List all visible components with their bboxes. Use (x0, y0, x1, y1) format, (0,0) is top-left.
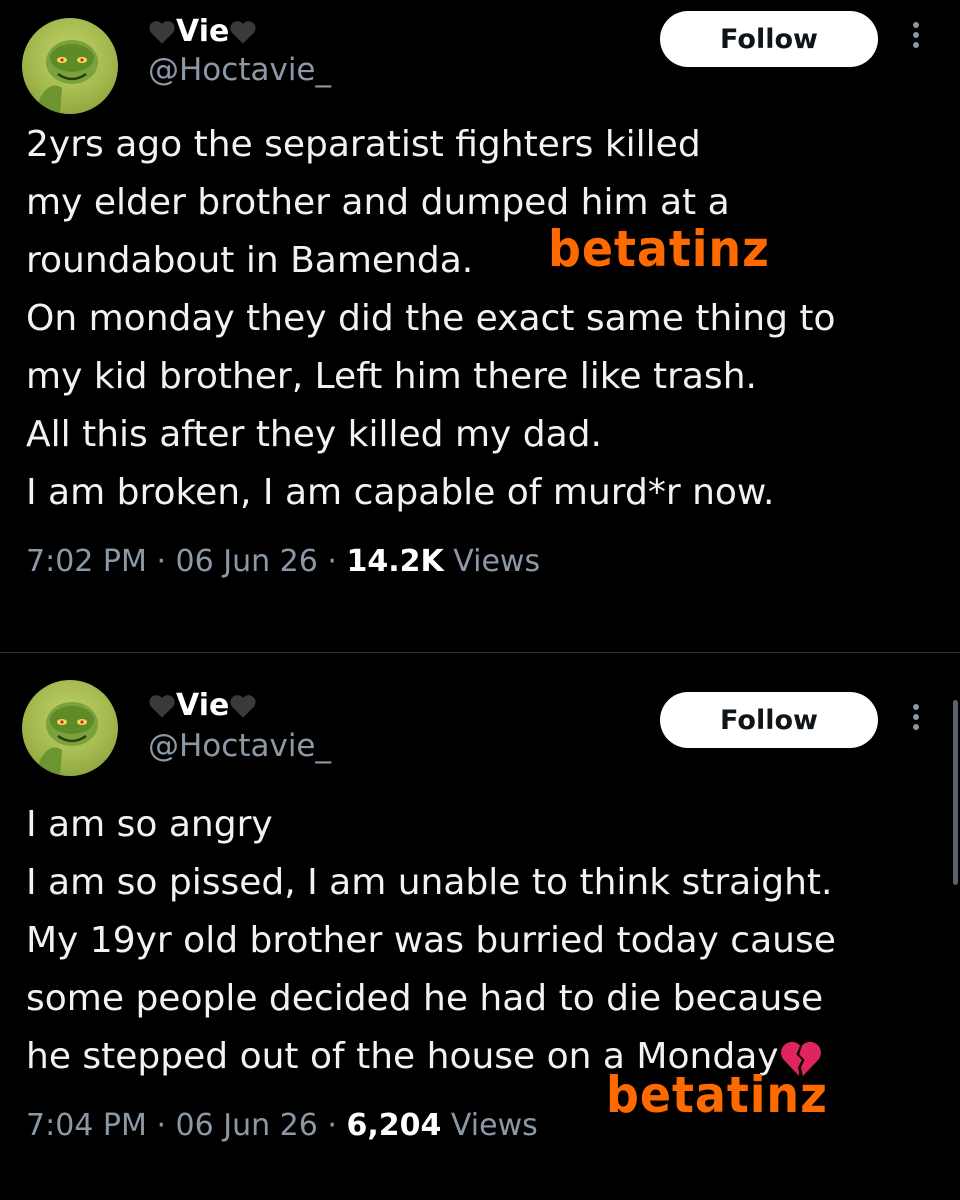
tweet-line: my kid brother, Left him there like tras… (26, 356, 757, 397)
tweet-line: I am so angry (26, 804, 273, 845)
tweet-line: I am broken, I am capable of murd*r now. (26, 472, 775, 513)
views-label: Views (453, 544, 541, 579)
display-name[interactable]: Vie (176, 14, 229, 49)
more-vertical-icon[interactable] (906, 700, 926, 740)
tweet-line: I am so pissed, I am unable to think str… (26, 862, 833, 903)
watermark-logo: betatinz (606, 1066, 828, 1124)
separator-dot: · (327, 1108, 337, 1143)
tweet-line: All this after they killed my dad. (26, 414, 602, 455)
separator-dot: · (327, 544, 337, 579)
tweet-line: my elder brother and dumped him at a (26, 182, 730, 223)
more-vertical-icon[interactable] (906, 18, 926, 58)
views-label: Views (450, 1108, 538, 1143)
tweet-card[interactable]: Vie @Hoctavie_ Follow I am so angry I am… (0, 656, 960, 1200)
grinch-avatar-icon (36, 40, 98, 114)
tweet-divider (0, 652, 960, 653)
black-heart-icon (230, 694, 256, 718)
black-heart-icon (149, 694, 175, 718)
tweet-meta: 7:02 PM · 06 Jun 26 · 14.2K Views (26, 544, 540, 579)
user-handle[interactable]: @Hoctavie_ (148, 52, 331, 88)
black-heart-icon (149, 20, 175, 44)
follow-button[interactable]: Follow (660, 692, 878, 748)
tweet-card[interactable]: Vie @Hoctavie_ Follow 2yrs ago the separ… (0, 0, 960, 650)
views-count: 14.2K (346, 544, 444, 579)
follow-button[interactable]: Follow (660, 11, 878, 67)
tweet-line: On monday they did the exact same thing … (26, 298, 836, 339)
display-name-row[interactable]: Vie (148, 688, 257, 723)
scrollbar[interactable] (953, 700, 958, 885)
grinch-avatar-icon (36, 702, 98, 776)
tweet-line: 2yrs ago the separatist fighters killed (26, 124, 701, 165)
tweet-line: some people decided he had to die becaus… (26, 978, 824, 1019)
avatar[interactable] (22, 680, 118, 776)
display-name-row[interactable]: Vie (148, 14, 257, 49)
watermark-logo: betatinz (548, 220, 770, 278)
black-heart-icon (230, 20, 256, 44)
tweet-date[interactable]: 06 Jun 26 (176, 1108, 318, 1143)
tweet-line: roundabout in Bamenda. (26, 240, 474, 281)
tweet-text: I am so angry I am so pissed, I am unabl… (26, 796, 941, 1086)
views-count: 6,204 (346, 1108, 442, 1143)
display-name[interactable]: Vie (176, 688, 229, 723)
tweet-line: My 19yr old brother was burried today ca… (26, 920, 836, 961)
tweet-time[interactable]: 7:04 PM (26, 1108, 147, 1143)
tweet-meta: 7:04 PM · 06 Jun 26 · 6,204 Views (26, 1108, 538, 1143)
tweet-text: 2yrs ago the separatist fighters killed … (26, 116, 941, 522)
user-handle[interactable]: @Hoctavie_ (148, 728, 331, 764)
avatar[interactable] (22, 18, 118, 114)
separator-dot: · (156, 544, 166, 579)
tweet-time[interactable]: 7:02 PM (26, 544, 147, 579)
separator-dot: · (156, 1108, 166, 1143)
tweet-date[interactable]: 06 Jun 26 (176, 544, 318, 579)
